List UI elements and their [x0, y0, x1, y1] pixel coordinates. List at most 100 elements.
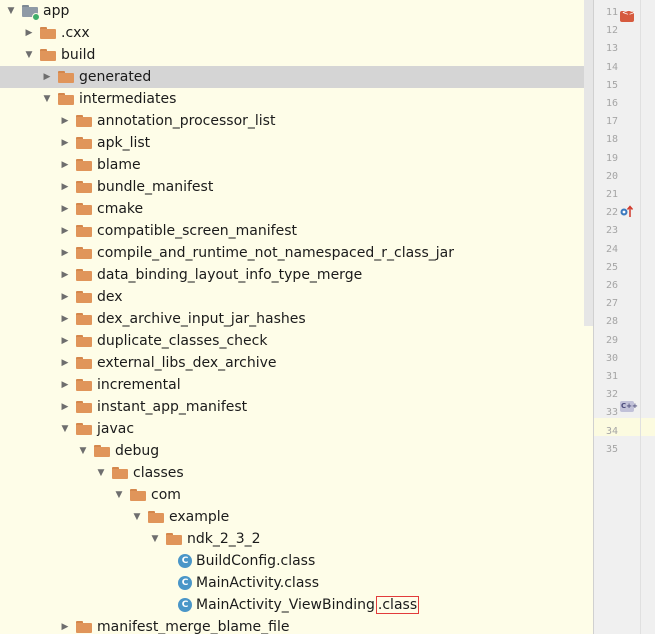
chevron-down-icon[interactable]: ▼	[23, 44, 35, 66]
tree-file-row[interactable]: C MainActivity.class	[0, 572, 593, 594]
folder-icon	[76, 225, 92, 237]
tree-file-row[interactable]: C MainActivity_ViewBinding .class	[0, 594, 593, 616]
folder-icon	[112, 467, 128, 479]
chevron-right-icon[interactable]: ▶	[59, 330, 71, 352]
tree-folder-row[interactable]: ▼ ndk_2_3_2	[0, 528, 593, 550]
class-icon: C	[178, 576, 192, 590]
tree-file-row[interactable]: C BuildConfig.class	[0, 550, 593, 572]
tree-item-label: dex_archive_input_jar_hashes	[97, 311, 306, 327]
chevron-right-icon[interactable]: ▶	[59, 286, 71, 308]
chevron-right-icon[interactable]: ▶	[59, 220, 71, 242]
tree-folder-row[interactable]: ▼ debug	[0, 440, 593, 462]
chevron-right-icon[interactable]: ▶	[59, 242, 71, 264]
cpp-file-icon[interactable]	[620, 401, 638, 412]
line-number: 25	[605, 261, 618, 273]
chevron-right-icon[interactable]: ▶	[59, 352, 71, 374]
tree-item-label: BuildConfig.class	[196, 553, 316, 569]
highlighted-extension: .class	[375, 596, 420, 614]
line-number: 31	[605, 371, 618, 382]
chevron-right-icon[interactable]: ▶	[59, 198, 71, 220]
chevron-right-icon[interactable]: ▶	[59, 154, 71, 176]
override-arrow-icon[interactable]	[620, 204, 634, 218]
folder-icon	[148, 511, 164, 523]
folder-icon	[166, 533, 182, 545]
chevron-right-icon[interactable]: ▶	[59, 396, 71, 418]
class-icon: C	[178, 554, 192, 568]
tree-folder-row[interactable]: ▶ duplicate_classes_check	[0, 330, 593, 352]
line-number: 15	[605, 79, 618, 91]
tree-folder-row[interactable]: ▶ incremental	[0, 374, 593, 396]
tree-folder-row[interactable]: ▶ instant_app_manifest	[0, 396, 593, 418]
folder-icon	[76, 269, 92, 281]
gutter-divider	[640, 0, 641, 634]
line-number: 34	[605, 425, 618, 437]
tree-item-label: build	[61, 47, 96, 63]
tree-folder-row[interactable]: ▶ .cxx	[0, 22, 593, 44]
tree-folder-row[interactable]: ▶ generated	[0, 66, 593, 88]
tree-folder-row[interactable]: ▼ example	[0, 506, 593, 528]
tree-folder-row[interactable]: ▶ compatible_screen_manifest	[0, 220, 593, 242]
tree-item-label: classes	[133, 465, 184, 481]
tree-folder-row[interactable]: ▶ annotation_processor_list	[0, 110, 593, 132]
xml-tag-icon[interactable]	[620, 8, 635, 22]
chevron-right-icon[interactable]: ▶	[59, 176, 71, 198]
chevron-down-icon[interactable]: ▼	[149, 528, 161, 550]
tree-folder-row[interactable]: ▼ classes	[0, 462, 593, 484]
chevron-down-icon[interactable]: ▼	[59, 418, 71, 440]
chevron-right-icon[interactable]: ▶	[59, 308, 71, 330]
chevron-right-icon[interactable]: ▶	[23, 22, 35, 44]
tree-scrollbar-thumb[interactable]	[584, 0, 593, 326]
tree-folder-row[interactable]: ▼ com	[0, 484, 593, 506]
line-number: 16	[605, 98, 618, 109]
tree-item-label: dex	[97, 289, 123, 305]
chevron-down-icon[interactable]: ▼	[95, 462, 107, 484]
chevron-down-icon[interactable]: ▼	[113, 484, 125, 506]
tree-item-label: intermediates	[79, 91, 177, 107]
tree-folder-row[interactable]: ▶ compile_and_runtime_not_namespaced_r_cl…	[0, 242, 593, 264]
tree-folder-row[interactable]: ▶ dex_archive_input_jar_hashes	[0, 308, 593, 330]
chevron-right-icon[interactable]: ▶	[59, 374, 71, 396]
tree-folder-row[interactable]: ▶ external_libs_dex_archive	[0, 352, 593, 374]
tree-folder-row[interactable]: ▶ bundle_manifest	[0, 176, 593, 198]
tree-item-label: ndk_2_3_2	[187, 531, 261, 547]
folder-icon	[94, 445, 110, 457]
tree-folder-row[interactable]: ▶ cmake	[0, 198, 593, 220]
tree-item-label: bundle_manifest	[97, 179, 214, 195]
line-number: 28	[605, 316, 618, 328]
tree-item-label: manifest_merge_blame_file	[97, 619, 290, 634]
folder-icon	[76, 247, 92, 259]
folder-icon	[76, 621, 92, 633]
line-number: 24	[605, 243, 618, 255]
folder-icon	[76, 203, 92, 215]
tree-folder-row[interactable]: ▼ app	[0, 0, 593, 22]
chevron-down-icon[interactable]: ▼	[77, 440, 89, 462]
chevron-down-icon[interactable]: ▼	[41, 88, 53, 110]
folder-icon	[76, 291, 92, 303]
chevron-down-icon[interactable]: ▼	[131, 506, 143, 528]
chevron-right-icon[interactable]: ▶	[59, 110, 71, 132]
line-number: 22	[605, 207, 618, 219]
line-number: 29	[605, 334, 618, 346]
tree-folder-row[interactable]: ▶ data_binding_layout_info_type_merge	[0, 264, 593, 286]
chevron-right-icon[interactable]: ▶	[59, 132, 71, 154]
chevron-down-icon[interactable]: ▼	[5, 0, 17, 22]
tree-folder-row[interactable]: ▼ build	[0, 44, 593, 66]
folder-icon	[40, 27, 56, 39]
chevron-right-icon[interactable]: ▶	[59, 264, 71, 286]
folder-icon	[76, 401, 92, 413]
line-number: 13	[605, 43, 618, 55]
folder-icon	[76, 137, 92, 149]
tree-folder-row[interactable]: ▼ javac	[0, 418, 593, 440]
tree-item-label: incremental	[97, 377, 181, 393]
chevron-right-icon[interactable]: ▶	[41, 66, 53, 88]
tree-folder-row[interactable]: ▶ apk_list	[0, 132, 593, 154]
folder-icon	[58, 93, 74, 105]
tree-folder-row[interactable]: ▶ manifest_merge_blame_file	[0, 616, 593, 634]
folder-icon	[40, 49, 56, 61]
line-number: 17	[605, 116, 618, 128]
tree-folder-row[interactable]: ▼ intermediates	[0, 88, 593, 110]
chevron-right-icon[interactable]: ▶	[59, 616, 71, 634]
project-tree-panel[interactable]: ▼ app ▶ .cxx ▼ build ▶ generated ▼ intermediates ▶…	[0, 0, 593, 634]
tree-folder-row[interactable]: ▶ dex	[0, 286, 593, 308]
tree-folder-row[interactable]: ▶ blame	[0, 154, 593, 176]
